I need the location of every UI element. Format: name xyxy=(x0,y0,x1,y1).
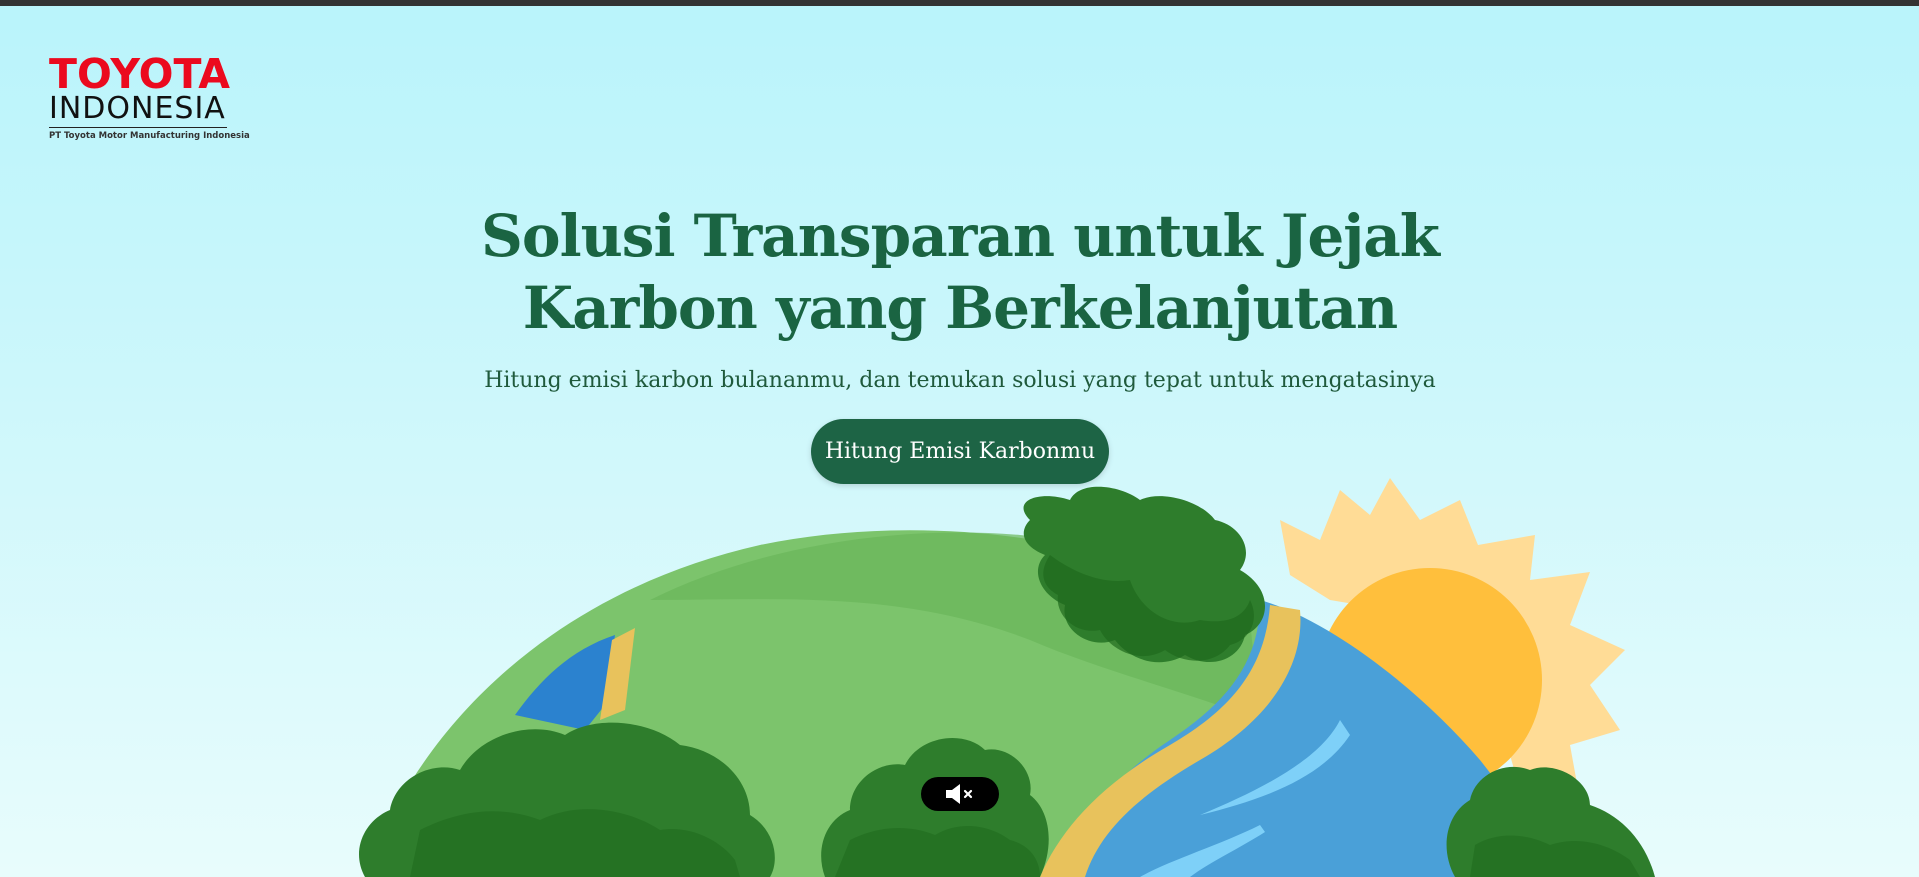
hero-title: Solusi Transparan untuk Jejak Karbon yan… xyxy=(460,200,1460,344)
hero-subtitle: Hitung emisi karbon bulananmu, dan temuk… xyxy=(484,368,1436,393)
toyota-indonesia-logo[interactable]: TOYOTA INDONESIA PT Toyota Motor Manufac… xyxy=(49,50,250,141)
logo-country: INDONESIA xyxy=(49,91,227,128)
speaker-muted-icon xyxy=(946,784,973,804)
calculate-emission-button[interactable]: Hitung Emisi Karbonmu xyxy=(811,419,1109,484)
logo-company-name: PT Toyota Motor Manufacturing Indonesia xyxy=(49,131,250,141)
hero-title-line1: Solusi Transparan untuk Jejak xyxy=(481,202,1440,270)
logo-brand: TOYOTA xyxy=(49,50,230,98)
mute-toggle-button[interactable] xyxy=(921,777,999,811)
hero-title-line2: Karbon yang Berkelanjutan xyxy=(522,274,1398,342)
